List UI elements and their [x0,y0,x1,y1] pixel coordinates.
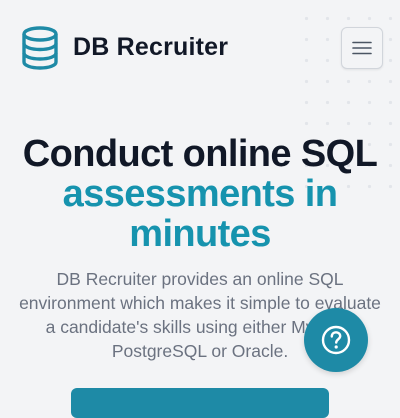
help-chat-button[interactable] [304,308,368,372]
hero-title: Conduct online SQL assessments in minute… [0,134,400,254]
brand-name[interactable]: DB Recruiter [73,33,228,62]
cta-button[interactable] [71,388,329,418]
hamburger-menu-icon [352,41,372,55]
help-question-icon [321,325,351,355]
hero-title-line2: assessments in minutes [62,173,338,255]
hero-title-line1: Conduct online SQL [22,133,378,175]
menu-button[interactable] [341,27,383,69]
site-header: DB Recruiter [0,0,400,96]
database-icon [22,26,58,70]
